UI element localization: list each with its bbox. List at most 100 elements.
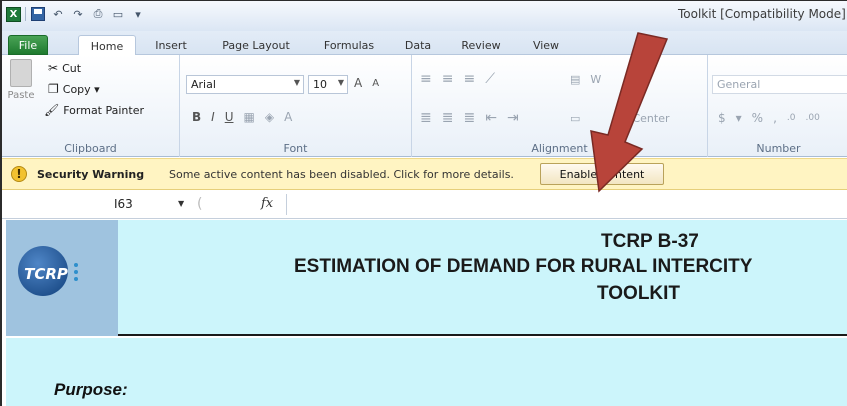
- font-style-row: B I U ▦ ◈ A: [192, 110, 292, 124]
- tab-insert[interactable]: Insert: [148, 35, 194, 55]
- number-group: General $ ▾ % , .0 .00 Number: [708, 55, 847, 157]
- customize-icon[interactable]: ▾: [130, 6, 146, 22]
- paste-label: Paste: [7, 90, 35, 101]
- scissors-icon: ✂: [48, 61, 59, 75]
- font-size-select[interactable]: 10 ▼: [308, 75, 348, 94]
- print-icon[interactable]: ▭: [110, 6, 126, 22]
- warning-icon: !: [11, 166, 27, 182]
- formula-input[interactable]: [286, 194, 847, 215]
- wrap-text-button[interactable]: ▤ W: [570, 73, 601, 86]
- merge-center-button[interactable]: ▭ & Center: [570, 112, 670, 125]
- borders-icon[interactable]: ▦: [244, 110, 255, 124]
- chevron-down-icon: ▼: [293, 78, 300, 87]
- tab-file[interactable]: File: [8, 35, 48, 55]
- worksheet[interactable]: TCRP TCRP B-37 ESTIMATION OF DEMAND FOR …: [2, 220, 847, 406]
- tab-formulas[interactable]: Formulas: [318, 35, 380, 55]
- increase-decimal-button[interactable]: .0: [787, 113, 796, 123]
- decrease-indent-icon[interactable]: ⇤: [485, 110, 497, 126]
- format-painter-label: Format Painter: [63, 103, 145, 117]
- window-title: Toolkit [Compatibility Mode]: [678, 7, 846, 21]
- font-color-icon[interactable]: A: [284, 110, 292, 124]
- alignment-group-label: Alignment: [531, 142, 588, 155]
- format-painter-button[interactable]: 🖌 Format Painter: [44, 103, 144, 117]
- quick-access-toolbar: X ↶ ↷ ⎙ ▭ ▾: [6, 6, 146, 22]
- alignment-top-row: ≡ ≡ ≡ ⟋: [420, 71, 495, 87]
- logo-text: TCRP: [24, 265, 68, 283]
- align-center-icon[interactable]: ≣: [442, 110, 454, 126]
- increase-indent-icon[interactable]: ⇥: [507, 110, 519, 126]
- align-right-icon[interactable]: ≣: [463, 110, 475, 126]
- tab-review[interactable]: Review: [457, 35, 505, 55]
- align-bottom-icon[interactable]: ≡: [463, 71, 475, 87]
- print-preview-icon[interactable]: ⎙: [90, 6, 106, 22]
- security-warning-bar: ! Security Warning Some active content h…: [2, 158, 847, 190]
- paste-icon: [10, 59, 32, 87]
- alignment-group: ≡ ≡ ≡ ⟋ ≣ ≣ ≣ ⇤ ⇥ ▤ W ▭ & Center Alignme…: [412, 55, 708, 157]
- paintbrush-icon: 🖌: [44, 103, 60, 117]
- copy-button[interactable]: ❐ Copy ▾: [48, 82, 100, 96]
- currency-button[interactable]: $: [718, 111, 726, 125]
- italic-button[interactable]: I: [211, 110, 215, 124]
- orientation-icon[interactable]: ⟋: [485, 71, 495, 87]
- font-name-select[interactable]: Arial ▼: [186, 75, 304, 94]
- align-middle-icon[interactable]: ≡: [442, 71, 454, 87]
- fill-color-icon[interactable]: ◈: [265, 110, 274, 124]
- chevron-down-icon[interactable]: ▼: [178, 199, 184, 208]
- formula-bar-divider: (: [197, 196, 203, 212]
- tab-home[interactable]: Home: [78, 35, 136, 56]
- decrease-decimal-button[interactable]: .00: [806, 113, 820, 123]
- redo-icon[interactable]: ↷: [70, 6, 86, 22]
- save-icon[interactable]: [30, 6, 46, 22]
- insert-function-button[interactable]: fx: [261, 196, 273, 211]
- ribbon: Paste ✂ Cut ❐ Copy ▾ 🖌 Format Painter Cl…: [2, 55, 847, 157]
- alignment-bottom-row: ≣ ≣ ≣ ⇤ ⇥: [420, 110, 519, 126]
- number-format-value: General: [717, 78, 761, 91]
- clipboard-group-label: Clipboard: [64, 142, 117, 155]
- underline-button[interactable]: U: [225, 110, 234, 124]
- excel-window: X ↶ ↷ ⎙ ▭ ▾ Toolkit [Compatibility Mode]…: [0, 0, 847, 406]
- header-banner: TCRP TCRP B-37 ESTIMATION OF DEMAND FOR …: [6, 220, 847, 336]
- toolbar-divider: [25, 7, 26, 21]
- cut-button[interactable]: ✂ Cut: [48, 61, 81, 75]
- font-group-label: Font: [283, 142, 308, 155]
- copy-label: Copy ▾: [62, 82, 100, 96]
- merge-center-label: & Center: [620, 112, 670, 125]
- paste-button[interactable]: Paste: [6, 59, 36, 101]
- font-size-value: 10: [313, 78, 327, 91]
- wrap-text-icon: ▤: [570, 73, 581, 86]
- align-left-icon[interactable]: ≣: [420, 110, 432, 126]
- align-top-icon[interactable]: ≡: [420, 71, 432, 87]
- percent-button[interactable]: %: [752, 111, 763, 125]
- grow-font-button[interactable]: A: [354, 76, 362, 90]
- comma-button[interactable]: ,: [773, 111, 777, 125]
- logo-dots-icon: [72, 260, 80, 290]
- tab-view[interactable]: View: [528, 35, 564, 55]
- report-number: TCRP B-37: [601, 231, 699, 252]
- report-title: ESTIMATION OF DEMAND FOR RURAL INTERCITY: [294, 256, 753, 277]
- chevron-down-icon: ▼: [337, 78, 344, 87]
- report-subtitle: TOOLKIT: [597, 283, 681, 304]
- tcrp-logo: TCRP: [6, 220, 118, 336]
- font-group: Arial ▼ 10 ▼ A A B I U ▦ ◈ A Font: [180, 55, 412, 157]
- font-name-value: Arial: [191, 78, 216, 91]
- security-warning-message[interactable]: Some active content has been disabled. C…: [169, 168, 514, 181]
- purpose-heading: Purpose:: [54, 380, 128, 399]
- name-box[interactable]: I63: [10, 195, 190, 215]
- formula-bar: I63 ▼ ( fx: [2, 191, 847, 219]
- chevron-down-icon[interactable]: ▾: [736, 111, 742, 125]
- merge-icon: ▭: [570, 112, 581, 125]
- font-size-buttons: A A: [354, 76, 379, 90]
- tab-page-layout[interactable]: Page Layout: [216, 35, 296, 55]
- tab-data[interactable]: Data: [400, 35, 436, 55]
- shrink-font-button[interactable]: A: [372, 78, 379, 89]
- bold-button[interactable]: B: [192, 110, 201, 124]
- purpose-section: Purpose:: [6, 338, 847, 406]
- enable-content-button[interactable]: Enable Content: [540, 163, 664, 185]
- copy-icon: ❐: [48, 82, 59, 96]
- number-format-buttons: $ ▾ % , .0 .00: [718, 111, 820, 125]
- number-format-select[interactable]: General: [712, 75, 847, 94]
- security-warning-title: Security Warning: [37, 168, 145, 181]
- wrap-text-label: W: [590, 73, 602, 86]
- excel-app-icon[interactable]: X: [6, 6, 21, 22]
- undo-icon[interactable]: ↶: [50, 6, 66, 22]
